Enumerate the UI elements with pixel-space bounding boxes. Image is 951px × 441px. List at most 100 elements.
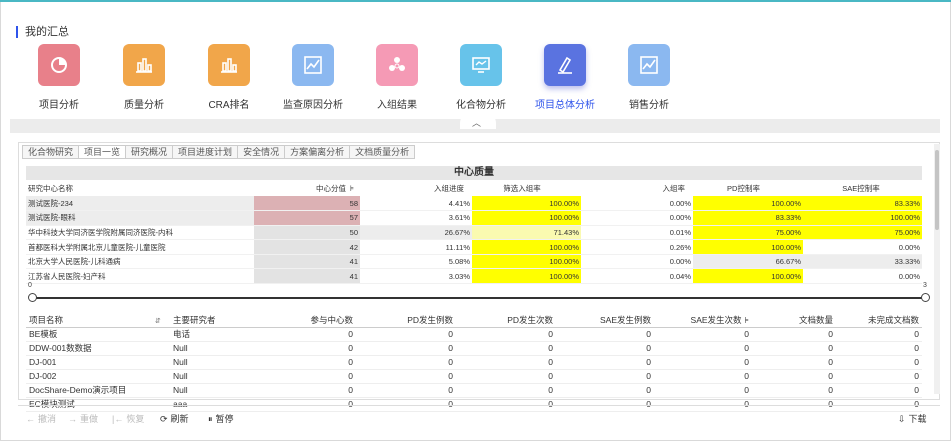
tab-2[interactable]: 研究概况 — [125, 145, 173, 159]
menu-item-label: CRA排名 — [208, 100, 250, 111]
cell-score: 50 — [254, 225, 360, 241]
menu-item-0[interactable]: 项目分析 — [24, 44, 94, 111]
tab-4[interactable]: 安全情况 — [237, 145, 285, 159]
table-row[interactable]: DJ-002 Null 0 0 0 0 0 0 0 — [26, 369, 922, 384]
cell-center-name: 北京大学人民医院-儿科通病 — [26, 254, 254, 270]
sort-icon[interactable]: ⇵ — [150, 313, 170, 328]
cell-value: 0 — [456, 341, 556, 356]
slider-min-label: 0 — [28, 282, 32, 289]
cell-pd-rate: 75.00% — [693, 225, 803, 241]
col-sae-cases[interactable]: SAE发生例数 — [556, 313, 654, 328]
revert-button[interactable]: |← 恢复 — [112, 412, 144, 425]
line-chart-icon — [292, 44, 334, 86]
table-row[interactable]: 江苏省人民医院-妇产科 41 3.03% 100.00% 0.04% 100.00% 0.0… — [26, 268, 922, 285]
filter-icon[interactable]: ⊧ — [348, 181, 360, 195]
table-row[interactable]: 北京大学人民医院-儿科通病 41 5.08% 100.00% 0.00% 66.67% 33… — [26, 254, 922, 270]
tab-0[interactable]: 化合物研究 — [22, 145, 79, 159]
menu-item-label: 入组结果 — [377, 100, 417, 111]
col-doc-count[interactable]: 文档数量 — [752, 313, 836, 328]
undo-button[interactable]: ← 撤消 — [26, 412, 56, 425]
cell-score: 41 — [254, 254, 360, 270]
cell-value: 0 — [256, 341, 356, 356]
table-row[interactable]: 首都医科大学附属北京儿童医院-儿童医院 42 11.11% 100.00% 0.26% 1… — [26, 239, 922, 255]
table-row[interactable]: DocShare-Demo演示项目 Null 0 0 0 0 0 0 0 — [26, 383, 922, 398]
table-row[interactable]: 测试医院-234 58 4.41% 100.00% 0.00% 100.00% 83.33% — [26, 196, 922, 212]
col-screen-rate[interactable]: 筛选入组率 — [466, 181, 578, 195]
pause-button[interactable]: ⏸ 暂停 — [208, 412, 234, 425]
cell-value: 0 — [256, 355, 356, 370]
filter-icon[interactable]: ⊧ — [745, 315, 749, 325]
range-slider-handle-left[interactable] — [28, 293, 37, 302]
menu-item-1[interactable]: 质量分析 — [109, 44, 179, 111]
cell-pd-rate: 100.00% — [693, 196, 803, 212]
col-sae-rate[interactable]: SAE控制率 — [800, 181, 922, 195]
menu-item-5[interactable]: 化合物分析 — [446, 44, 516, 111]
table-row[interactable]: BE模板 电话 0 0 0 0 0 0 0 — [26, 327, 922, 342]
col-enroll-rate[interactable]: 入组率 — [578, 181, 687, 195]
col-sae-count[interactable]: SAE发生次数 ⊧ — [654, 313, 752, 328]
cell-score: 42 — [254, 239, 360, 255]
menu-item-6[interactable]: 项目总体分析 — [530, 44, 600, 111]
revert-label: 恢复 — [126, 414, 145, 424]
cell-value: 0 — [456, 327, 556, 342]
download-button[interactable]: ⇩ 下载 — [898, 412, 927, 425]
menu-item-7[interactable]: 销售分析 — [614, 44, 684, 111]
tab-bar: 化合物研究 项目一览 研究概况 项目进度计划 安全情况 方案偏离分析 文档质量分析 — [22, 145, 416, 159]
cell-value: 0 — [256, 383, 356, 398]
menu-item-3[interactable]: 监查原因分析 — [278, 44, 348, 111]
tab-1[interactable]: 项目一览 — [78, 145, 126, 159]
tab-6[interactable]: 文档质量分析 — [349, 145, 416, 159]
menu-item-4[interactable]: 入组结果 — [362, 44, 432, 111]
redo-button[interactable]: → 重做 — [68, 412, 98, 425]
cell-value: 0 — [836, 327, 922, 342]
cell-project-name: DJ-002 — [26, 369, 170, 384]
col-pd-cases[interactable]: PD发生例数 — [356, 313, 456, 328]
cell-pi: Null — [170, 341, 256, 356]
cell-project-name: DDW-001数数据 — [26, 341, 170, 356]
menu-item-2[interactable]: CRA排名 — [194, 44, 264, 111]
cell-pi: Null — [170, 355, 256, 370]
cell-center-name: 测试医院-234 — [26, 196, 254, 212]
range-slider-handle-right[interactable] — [921, 293, 930, 302]
col-progress[interactable]: 入组进度 — [360, 181, 466, 195]
cell-pi: Null — [170, 383, 256, 398]
col-pi[interactable]: 主要研究者 — [170, 313, 256, 328]
cell-pi: Null — [170, 369, 256, 384]
chevron-up-icon[interactable]: ︿ — [472, 116, 481, 129]
cell-value: 0 — [654, 355, 752, 370]
cell-center-name: 首都医科大学附属北京儿童医院-儿童医院 — [26, 239, 254, 255]
tab-3[interactable]: 项目进度计划 — [172, 145, 238, 159]
cell-value: 0 — [752, 383, 836, 398]
cell-value: 0 — [256, 369, 356, 384]
pen-chart-icon — [544, 44, 586, 86]
col-center-name[interactable]: 研究中心名称 — [26, 181, 254, 195]
cell-enroll-rate: 0.00% — [581, 210, 693, 226]
cell-progress: 11.11% — [360, 239, 472, 255]
col-pd-count[interactable]: PD发生次数 — [456, 313, 556, 328]
cell-value: 0 — [654, 383, 752, 398]
cell-progress: 26.67% — [360, 225, 472, 241]
cell-pd-rate: 100.00% — [693, 239, 803, 255]
col-centers[interactable]: 参与中心数 — [256, 313, 356, 328]
cell-progress: 4.41% — [360, 196, 472, 212]
cell-value: 0 — [456, 355, 556, 370]
col-pd-rate[interactable]: PD控制率 — [687, 181, 800, 195]
col-score[interactable]: 中心分值 — [254, 181, 348, 195]
refresh-button[interactable]: ⟳ 刷新 — [160, 412, 189, 425]
tab-5[interactable]: 方案偏离分析 — [284, 145, 350, 159]
table-row[interactable]: DDW-001数数据 Null 0 0 0 0 0 0 0 — [26, 341, 922, 356]
cell-value: 0 — [356, 355, 456, 370]
vertical-scroll-thumb[interactable] — [935, 150, 939, 230]
cell-progress: 3.61% — [360, 210, 472, 226]
table-row[interactable]: DJ-001 Null 0 0 0 0 0 0 0 — [26, 355, 922, 370]
pause-label: 暂停 — [215, 414, 234, 424]
redo-icon: → — [68, 414, 77, 424]
range-slider-track[interactable] — [33, 297, 926, 299]
col-project-name[interactable]: 项目名称 — [26, 313, 150, 328]
col-undone-docs[interactable]: 未完成文档数 — [836, 313, 922, 328]
cell-sae-rate: 0.00% — [803, 268, 922, 285]
table-row[interactable]: 华中科技大学同济医学院附属同济医院-内科 50 26.67% 71.43% 0.01% 7… — [26, 225, 922, 241]
table-row[interactable]: 测试医院-眼科 57 3.61% 100.00% 0.00% 83.33% 100.00% — [26, 210, 922, 226]
cell-screen-rate: 100.00% — [472, 268, 581, 285]
cell-screen-rate: 100.00% — [472, 210, 581, 226]
